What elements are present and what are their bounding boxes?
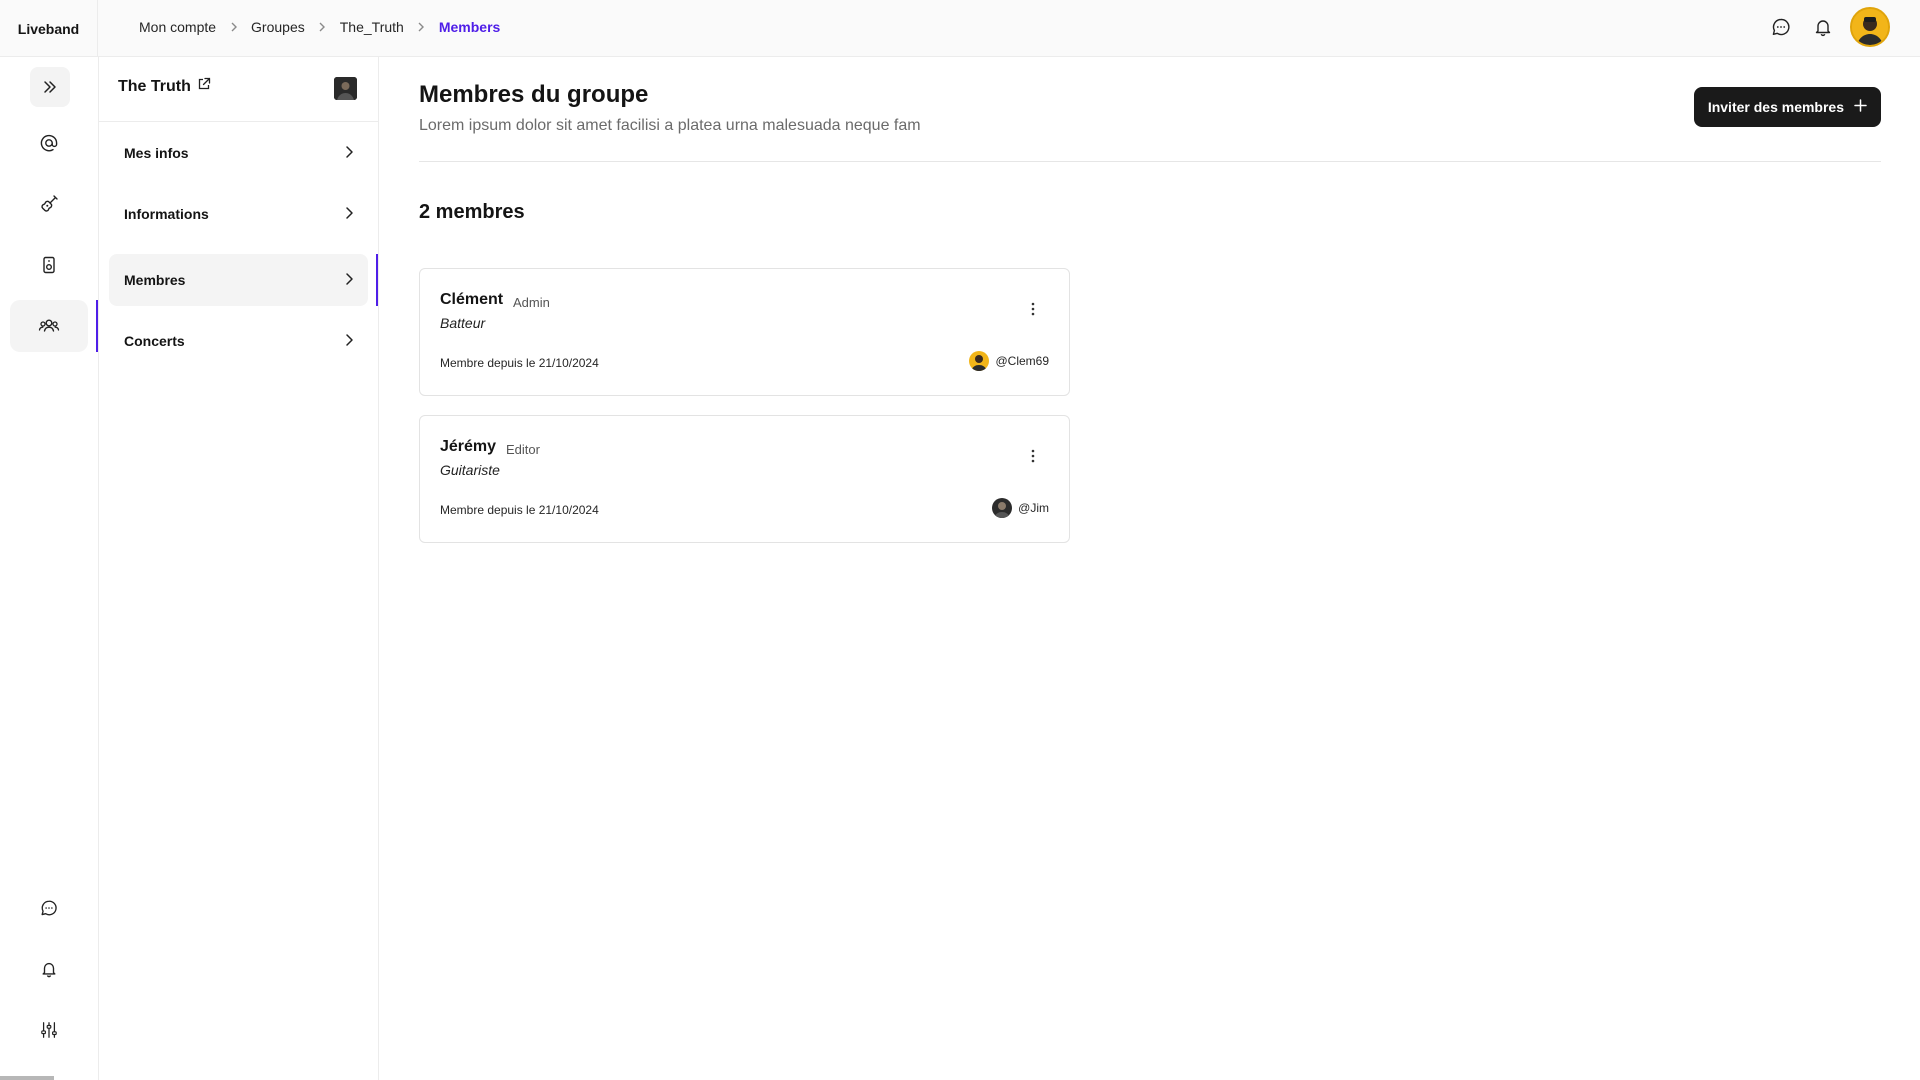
member-card: Jérémy Editor Guitariste Membre depuis l…	[419, 415, 1070, 543]
at-icon[interactable]	[10, 117, 88, 169]
header-divider	[419, 161, 1881, 162]
top-bar: Liveband Mon compte Groupes The_Truth Me…	[0, 0, 1920, 57]
nav-active-indicator	[376, 254, 378, 306]
member-instrument: Guitariste	[440, 462, 500, 478]
chevron-right-icon	[344, 272, 354, 289]
member-handle: @Jim	[1018, 501, 1049, 515]
group-header: The Truth	[99, 57, 379, 122]
group-name: The Truth	[118, 77, 191, 95]
breadcrumb-item-groupes[interactable]: Groupes	[251, 19, 305, 35]
nav-item-mes-infos[interactable]: Mes infos	[109, 127, 368, 179]
rail-scrollbar[interactable]	[0, 1076, 54, 1080]
plus-icon	[1854, 99, 1867, 115]
bell-icon[interactable]	[10, 943, 88, 995]
nav-item-label: Mes infos	[124, 145, 189, 161]
chevron-right-icon	[305, 22, 340, 32]
guitar-icon[interactable]	[10, 178, 88, 230]
group-thumbnail	[334, 77, 357, 100]
app-logo[interactable]: Liveband	[0, 0, 98, 57]
group-name-link[interactable]: The Truth	[118, 77, 211, 96]
member-avatar	[992, 498, 1013, 518]
members-count: 2 membres	[419, 201, 525, 223]
breadcrumb-item-the-truth[interactable]: The_Truth	[340, 19, 404, 35]
page-subtitle: Lorem ipsum dolor sit amet facilisi a pl…	[419, 117, 921, 134]
member-name: Jérémy	[440, 438, 497, 455]
bell-icon[interactable]	[1802, 6, 1844, 48]
member-handle: @Clem69	[995, 354, 1049, 368]
chat-icon[interactable]	[1760, 6, 1802, 48]
chevron-right-icon	[404, 22, 439, 32]
member-instrument: Batteur	[440, 315, 486, 331]
nav-item-label: Informations	[124, 206, 209, 222]
icon-rail	[0, 57, 99, 1080]
member-since: Membre depuis le 21/10/2024	[440, 356, 599, 370]
member-handle-link[interactable]: @Jim	[992, 498, 1049, 518]
nav-item-membres[interactable]: Membres	[109, 254, 368, 306]
nav-item-concerts[interactable]: Concerts	[109, 315, 368, 367]
member-role: Admin	[513, 295, 550, 310]
more-vertical-icon[interactable]	[1025, 299, 1041, 319]
nav-item-informations[interactable]: Informations	[109, 188, 368, 240]
chevron-right-icon	[344, 145, 354, 162]
member-role: Editor	[506, 442, 540, 457]
top-actions	[1760, 0, 1890, 53]
expand-icon[interactable]	[30, 67, 70, 107]
chevron-right-icon	[344, 206, 354, 223]
group-sidebar: The Truth Mes infos Informations Membres…	[99, 57, 379, 1080]
group-icon[interactable]	[10, 300, 88, 352]
speaker-icon[interactable]	[10, 239, 88, 291]
member-since: Membre depuis le 21/10/2024	[440, 503, 599, 517]
sliders-icon[interactable]	[10, 1004, 88, 1056]
member-handle-link[interactable]: @Clem69	[969, 351, 1049, 371]
nav-item-label: Concerts	[124, 333, 185, 349]
invite-members-button[interactable]: Inviter des membres	[1693, 87, 1881, 127]
breadcrumb-item-mon-compte[interactable]: Mon compte	[139, 19, 216, 35]
page-title: Membres du groupe	[419, 81, 649, 108]
more-vertical-icon[interactable]	[1025, 446, 1041, 466]
member-name: Clément	[440, 291, 504, 308]
invite-members-label: Inviter des membres	[1707, 99, 1844, 115]
member-card: Clément Admin Batteur Membre depuis le 2…	[419, 268, 1070, 396]
breadcrumb-current: Members	[438, 18, 501, 35]
breadcrumb: Mon compte Groupes The_Truth Members	[139, 0, 500, 53]
external-link-icon[interactable]	[197, 77, 211, 96]
chat-icon[interactable]	[10, 882, 88, 934]
chevron-right-icon	[216, 22, 251, 32]
member-avatar	[969, 351, 990, 371]
chevron-right-icon	[344, 333, 354, 350]
nav-item-label: Membres	[124, 272, 186, 288]
rail-active-indicator	[96, 300, 98, 352]
user-avatar[interactable]	[1850, 6, 1890, 47]
